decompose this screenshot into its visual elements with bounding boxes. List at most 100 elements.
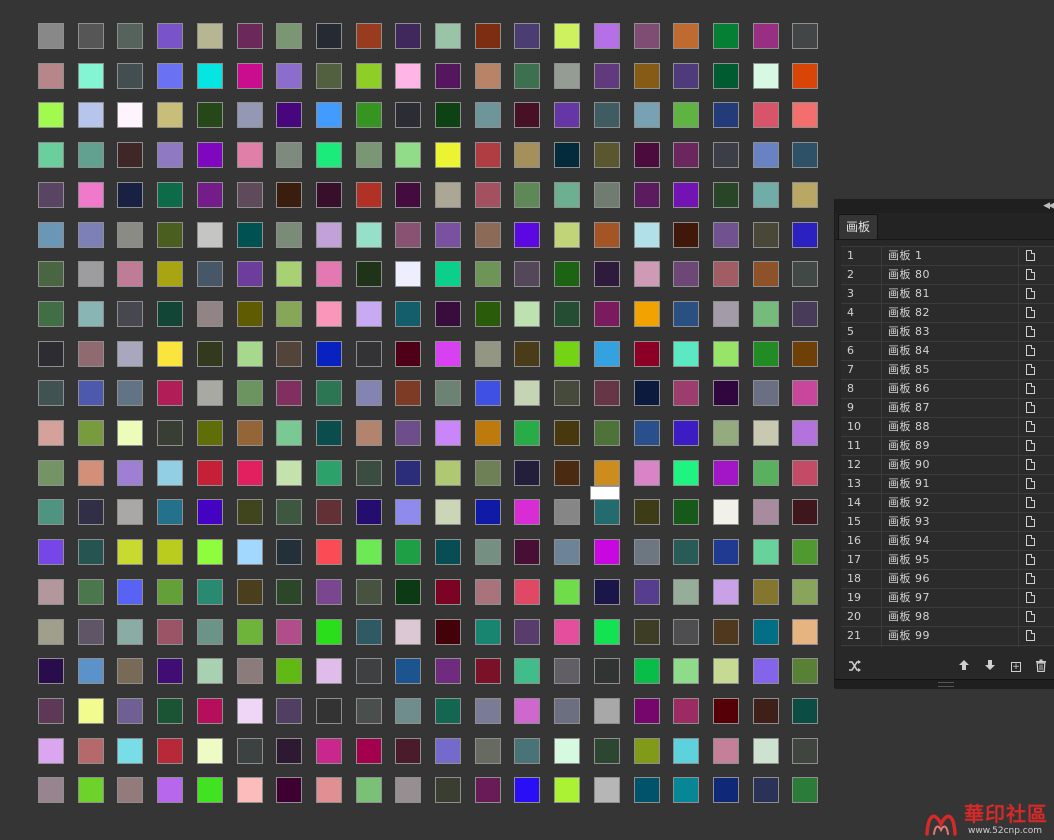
- artboard-swatch[interactable]: [78, 380, 104, 406]
- artboard-swatch[interactable]: [673, 420, 699, 446]
- artboard-swatch[interactable]: [753, 301, 779, 327]
- artboard-swatch[interactable]: [78, 658, 104, 684]
- document-icon[interactable]: [1026, 497, 1035, 508]
- artboard-swatch[interactable]: [395, 23, 421, 49]
- artboard-swatch[interactable]: [395, 102, 421, 128]
- artboard-swatch[interactable]: [157, 658, 183, 684]
- artboard-swatch[interactable]: [594, 222, 620, 248]
- artboard-swatch[interactable]: [237, 261, 263, 287]
- artboard-swatch[interactable]: [38, 777, 64, 803]
- artboard-swatch[interactable]: [38, 539, 64, 565]
- artboard-swatch[interactable]: [38, 460, 64, 486]
- artboard-swatch[interactable]: [475, 658, 501, 684]
- artboard-swatch[interactable]: [673, 142, 699, 168]
- artboard-swatch[interactable]: [78, 579, 104, 605]
- artboard-swatch[interactable]: [356, 142, 382, 168]
- artboard-swatch[interactable]: [395, 261, 421, 287]
- artboard-swatch[interactable]: [316, 658, 342, 684]
- artboard-swatch[interactable]: [753, 420, 779, 446]
- artboard-swatch[interactable]: [395, 460, 421, 486]
- artboard-swatch[interactable]: [792, 261, 818, 287]
- artboard-swatch[interactable]: [356, 63, 382, 89]
- document-icon[interactable]: [1026, 611, 1035, 622]
- artboard-swatch[interactable]: [157, 777, 183, 803]
- artboard-swatch[interactable]: [713, 341, 739, 367]
- artboard-swatch[interactable]: [435, 777, 461, 803]
- artboard-swatch[interactable]: [38, 380, 64, 406]
- shuffle-icon[interactable]: [847, 659, 863, 675]
- artboard-swatch[interactable]: [38, 738, 64, 764]
- artboard-swatch[interactable]: [713, 658, 739, 684]
- artboard-swatch[interactable]: [395, 222, 421, 248]
- artboard-swatch[interactable]: [634, 380, 660, 406]
- artboard-swatch[interactable]: [117, 182, 143, 208]
- artboard-swatch[interactable]: [117, 619, 143, 645]
- artboard-swatch[interactable]: [435, 420, 461, 446]
- artboard-swatch[interactable]: [38, 261, 64, 287]
- artboard-swatch[interactable]: [237, 658, 263, 684]
- artboard-swatch[interactable]: [792, 102, 818, 128]
- artboard-swatch[interactable]: [673, 499, 699, 525]
- artboard-swatch[interactable]: [435, 182, 461, 208]
- artboard-swatch[interactable]: [713, 102, 739, 128]
- artboard-swatch[interactable]: [395, 698, 421, 724]
- artboard-row[interactable]: 11 画板 89: [841, 437, 1054, 456]
- artboard-swatch[interactable]: [554, 579, 580, 605]
- artboard-swatch[interactable]: [514, 777, 540, 803]
- artboard-swatch[interactable]: [634, 63, 660, 89]
- artboard-row[interactable]: 7 画板 85: [841, 361, 1054, 380]
- artboard-swatch[interactable]: [197, 182, 223, 208]
- artboard-swatch[interactable]: [117, 499, 143, 525]
- artboard-swatch[interactable]: [634, 579, 660, 605]
- artboard-row[interactable]: 17 画板 95: [841, 551, 1054, 570]
- artboard-swatch[interactable]: [157, 420, 183, 446]
- artboard-swatch[interactable]: [237, 619, 263, 645]
- artboard-swatch[interactable]: [356, 301, 382, 327]
- artboard-swatch[interactable]: [475, 341, 501, 367]
- artboard-swatch[interactable]: [435, 499, 461, 525]
- artboard-swatch[interactable]: [78, 738, 104, 764]
- artboard-swatch[interactable]: [435, 23, 461, 49]
- artboard-swatch[interactable]: [276, 301, 302, 327]
- artboard-swatch[interactable]: [276, 420, 302, 446]
- artboard-swatch[interactable]: [514, 182, 540, 208]
- artboard-swatch[interactable]: [157, 380, 183, 406]
- artboard-swatch[interactable]: [237, 380, 263, 406]
- artboard-swatch[interactable]: [713, 63, 739, 89]
- artboard-swatch[interactable]: [395, 63, 421, 89]
- artboard-swatch[interactable]: [475, 142, 501, 168]
- artboard-swatch[interactable]: [117, 777, 143, 803]
- artboard-swatch[interactable]: [753, 102, 779, 128]
- artboard-swatch[interactable]: [38, 63, 64, 89]
- artboard-swatch[interactable]: [316, 499, 342, 525]
- artboard-swatch[interactable]: [554, 23, 580, 49]
- artboard-row[interactable]: 16 画板 94: [841, 532, 1054, 551]
- artboard-swatch[interactable]: [276, 738, 302, 764]
- artboard-swatch[interactable]: [514, 63, 540, 89]
- artboard-swatch[interactable]: [514, 579, 540, 605]
- document-icon[interactable]: [1026, 554, 1035, 565]
- artboard-swatch[interactable]: [157, 698, 183, 724]
- artboard-swatch[interactable]: [435, 539, 461, 565]
- artboard-swatch[interactable]: [514, 420, 540, 446]
- artboard-swatch[interactable]: [713, 142, 739, 168]
- artboard-swatch[interactable]: [157, 499, 183, 525]
- document-icon[interactable]: [1026, 364, 1035, 375]
- artboard-swatch[interactable]: [514, 499, 540, 525]
- artboard-swatch[interactable]: [356, 579, 382, 605]
- artboard-swatch[interactable]: [514, 261, 540, 287]
- artboard-swatch[interactable]: [237, 341, 263, 367]
- artboard-swatch[interactable]: [475, 222, 501, 248]
- artboard-swatch[interactable]: [634, 539, 660, 565]
- artboard-swatch[interactable]: [276, 142, 302, 168]
- artboard-swatch[interactable]: [356, 658, 382, 684]
- artboard-row[interactable]: 18 画板 96: [841, 570, 1054, 589]
- artboard-swatch[interactable]: [38, 301, 64, 327]
- artboard-swatch[interactable]: [753, 698, 779, 724]
- artboard-swatch[interactable]: [395, 539, 421, 565]
- artboard-row[interactable]: 4 画板 82: [841, 304, 1054, 323]
- artboard-swatch[interactable]: [237, 777, 263, 803]
- artboard-swatch[interactable]: [713, 301, 739, 327]
- artboard-swatch[interactable]: [594, 499, 620, 525]
- artboard-swatch[interactable]: [276, 341, 302, 367]
